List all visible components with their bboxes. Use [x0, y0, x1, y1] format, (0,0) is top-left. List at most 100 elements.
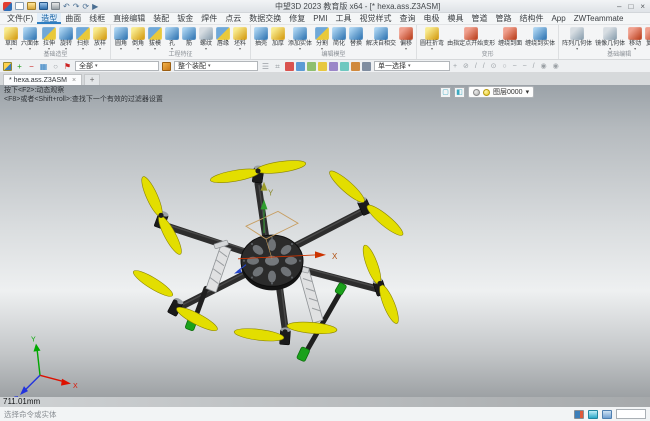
tab-sheet-metal[interactable]: 钣金	[173, 13, 197, 24]
filter-icon[interactable]	[296, 62, 305, 71]
filter-icon-set[interactable]	[285, 62, 371, 71]
ribbon-btn-pattern-geometry[interactable]: 阵列几何体	[561, 26, 593, 51]
save-icon[interactable]	[39, 2, 48, 10]
tab-point-cloud[interactable]: 点云	[221, 13, 245, 24]
filter-icon[interactable]	[307, 62, 316, 71]
add-solid-icon	[293, 27, 307, 40]
ribbon-btn-sketch[interactable]: 草图	[3, 26, 19, 51]
tab-zwteammate[interactable]: ZWTeammate	[570, 13, 628, 24]
ribbon-btn-chamfer[interactable]: 倒角	[130, 26, 146, 51]
tab-visualize[interactable]: 视觉样式	[355, 13, 395, 24]
list-mode-icon[interactable]: ☰	[261, 61, 270, 72]
hexacopter-model[interactable]: X Y Y X Z	[0, 85, 650, 397]
add-filter-icon[interactable]: +	[15, 61, 24, 72]
tab-mold[interactable]: 模具	[443, 13, 467, 24]
ribbon-btn-draft[interactable]: 拔模	[147, 26, 163, 51]
ribbon-btn-simplify[interactable]: 简化	[331, 26, 347, 47]
ribbon-btn-resolve-self-intersection[interactable]: 解决自相交	[365, 26, 397, 47]
ribbon-btn-wrap-to-solid[interactable]: 缠绕到实体	[524, 26, 556, 47]
anchor-icon[interactable]: ⌗	[273, 61, 282, 72]
document-status-icon[interactable]	[602, 410, 612, 419]
tab-routing[interactable]: 管路	[491, 13, 515, 24]
ribbon-btn-sweep[interactable]: 扫掠	[75, 26, 91, 51]
assembly-scope-dropdown[interactable]: 整个装配 ▾	[174, 61, 258, 71]
tab-close-icon[interactable]: ×	[72, 77, 76, 84]
ribbon-btn-offset[interactable]: 偏移	[398, 26, 414, 51]
ribbon-btn-move[interactable]: 移动	[627, 26, 643, 51]
tab-app[interactable]: App	[547, 13, 569, 24]
tab-piping[interactable]: 管道	[467, 13, 491, 24]
grid-display-icon[interactable]: ▦	[39, 61, 48, 72]
print-icon[interactable]	[51, 2, 60, 10]
graphics-viewport[interactable]: X Y Y X Z 按下<F2>:动态观察 <F8>或者<Shift+roll>…	[0, 85, 650, 397]
tab-electrode[interactable]: 电极	[419, 13, 443, 24]
minimize-button[interactable]: –	[617, 2, 621, 11]
center-plate[interactable]	[241, 235, 303, 290]
ribbon-btn-loft[interactable]: 放样	[92, 26, 108, 51]
layer-dropdown[interactable]: 图层0000 ▾	[468, 86, 534, 98]
circle-select-icon[interactable]: ○	[51, 61, 60, 72]
assembly-scope-icon[interactable]	[162, 62, 171, 71]
ribbon-btn-rib[interactable]: 筋	[181, 26, 197, 47]
ribbon-btn-lip[interactable]: 唇缘	[215, 26, 231, 47]
tab-assembly[interactable]: 装配	[149, 13, 173, 24]
ribbon-btn-hole[interactable]: 孔	[164, 26, 180, 51]
tab-data-exchange[interactable]: 数据交换	[245, 13, 285, 24]
redo-icon[interactable]: ↷	[73, 2, 80, 11]
ribbon-btn-split[interactable]: 分割	[314, 26, 330, 51]
remove-filter-icon[interactable]: −	[27, 61, 36, 72]
new-document-tab-button[interactable]: +	[84, 74, 100, 85]
ribbon-btn-cylindrical-bend[interactable]: 圆柱折弯	[419, 26, 445, 51]
tab-tools[interactable]: 工具	[331, 13, 355, 24]
entity-filter-dropdown[interactable]: 全部 ▾	[75, 61, 159, 71]
tab-file[interactable]: 文件(F)	[3, 13, 37, 24]
ribbon-btn-box[interactable]: 六面体	[20, 26, 40, 51]
regen-icon[interactable]: ⟳	[82, 2, 89, 11]
clip-plane-icon[interactable]: ▢	[440, 87, 451, 98]
ribbon-btn-fillet[interactable]: 圆角	[113, 26, 129, 51]
monitor-icon[interactable]	[588, 410, 598, 419]
close-button[interactable]: ×	[640, 2, 645, 11]
document-tab-active[interactable]: * hexa.ass.Z3ASM ×	[3, 74, 82, 85]
status-input[interactable]	[616, 409, 646, 419]
undo-icon[interactable]: ↶	[63, 2, 70, 11]
section-view-icon[interactable]: ◧	[454, 87, 465, 98]
tab-weldment[interactable]: 焊件	[197, 13, 221, 24]
ribbon-btn-deform-from-point[interactable]: 由指定点开始变形	[446, 26, 496, 47]
tab-surface[interactable]: 曲面	[61, 13, 85, 24]
landing-fitting-right[interactable]	[335, 282, 347, 295]
filter-icon[interactable]	[285, 62, 294, 71]
pick-mode-dropdown[interactable]: 单一选择 ▾	[374, 61, 450, 71]
ribbon-btn-replace[interactable]: 替换	[348, 26, 364, 47]
layer-toolbar: ▢ ◧ 图层0000 ▾	[440, 86, 534, 98]
ribbon-btn-wrap-to-face[interactable]: 缠绕到面	[497, 26, 523, 47]
ribbon-btn-extrude[interactable]: 拉伸	[41, 26, 57, 51]
filter-icon[interactable]	[318, 62, 327, 71]
tab-inquire[interactable]: 查询	[395, 13, 419, 24]
ribbon-btn-add-solid[interactable]: 添加实体	[287, 26, 313, 51]
ribbon-btn-revolve[interactable]: 旋转	[58, 26, 74, 51]
tab-pmi[interactable]: PMI	[309, 13, 331, 24]
open-file-icon[interactable]	[27, 2, 36, 10]
flag-icon[interactable]: ⚑	[63, 61, 72, 72]
ribbon-btn-thread[interactable]: 螺纹	[198, 26, 214, 51]
filter-icon[interactable]	[351, 62, 360, 71]
filter-icon[interactable]	[362, 62, 371, 71]
tab-wireframe[interactable]: 线框	[85, 13, 109, 24]
filter-icon[interactable]	[329, 62, 338, 71]
tab-framework[interactable]: 结构件	[515, 13, 547, 24]
ribbon-btn-stock[interactable]: 坯料	[232, 26, 248, 51]
new-file-icon[interactable]	[15, 2, 24, 10]
manager-toggle-icon[interactable]	[3, 62, 12, 71]
filter-icon[interactable]	[340, 62, 349, 71]
tab-direct-edit[interactable]: 直接编辑	[109, 13, 149, 24]
ribbon-btn-shell[interactable]: 抽壳	[253, 26, 269, 47]
ribbon-btn-copy[interactable]: 复制	[644, 26, 650, 51]
display-mode-icon[interactable]	[574, 410, 584, 419]
ribbon-btn-thicken[interactable]: 加厚	[270, 26, 286, 47]
maximize-button[interactable]: □	[628, 2, 633, 11]
tab-shape[interactable]: 造型	[37, 13, 61, 24]
ribbon-btn-mirror-geometry[interactable]: 镜像几何体	[594, 26, 626, 51]
tab-repair[interactable]: 修复	[285, 13, 309, 24]
snap-tools-icons[interactable]: + ⊘ / / ⊙ ○ ~ ~ / ◉ ◉	[453, 62, 561, 70]
